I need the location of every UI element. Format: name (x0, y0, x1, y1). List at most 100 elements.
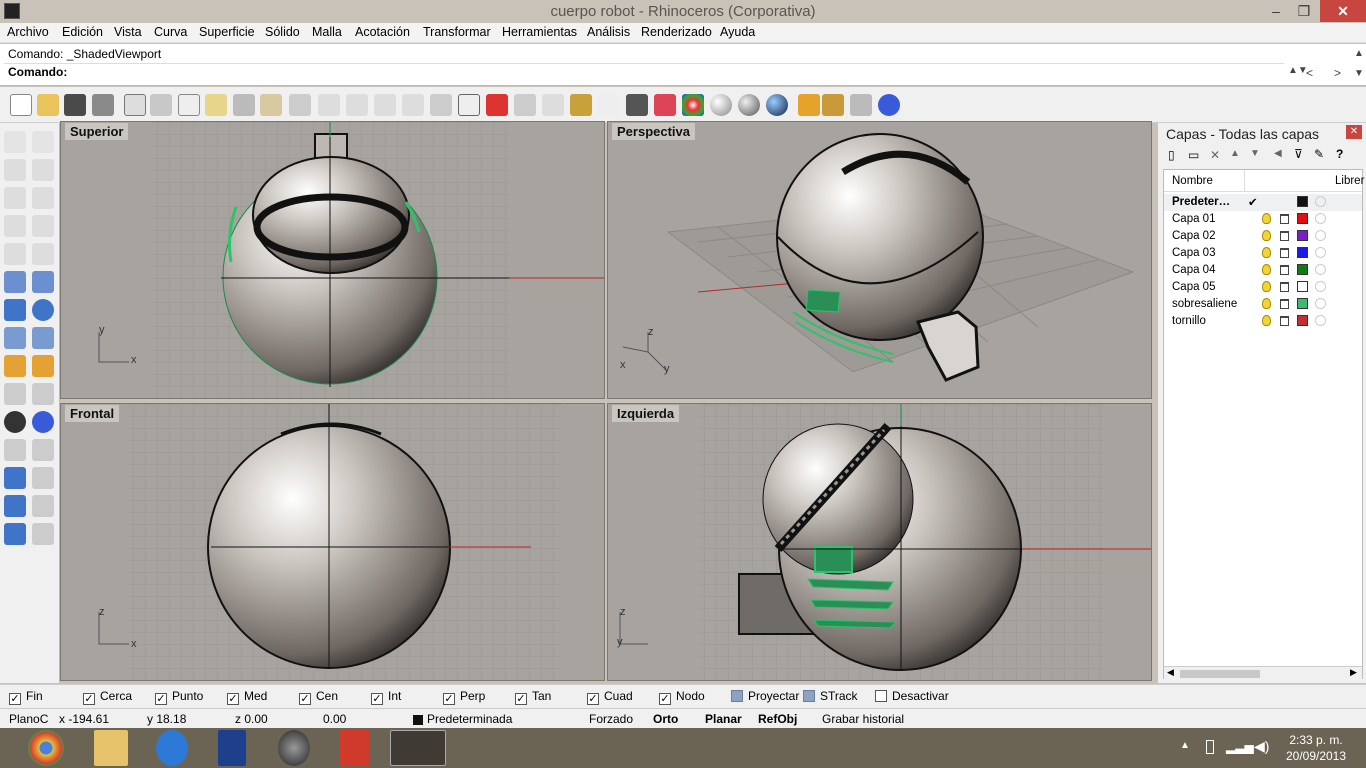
layer-name[interactable]: Capa 02 (1172, 230, 1215, 242)
command-prompt[interactable]: Comando: (8, 65, 67, 79)
layer-color-swatch[interactable] (1297, 298, 1308, 309)
menu-archivo[interactable]: Archivo (7, 25, 49, 39)
save-icon[interactable] (64, 94, 86, 116)
move-view-icon[interactable] (289, 94, 311, 116)
import-icon[interactable] (124, 94, 146, 116)
viewport-top[interactable]: Superior y x (60, 121, 605, 399)
new-file-icon[interactable] (10, 94, 32, 116)
command-forward-icon[interactable]: > (1334, 66, 1341, 80)
undo-view-icon[interactable] (430, 94, 452, 116)
checkbox-icon[interactable]: ✓ (371, 693, 383, 705)
record-history-toggle[interactable]: Grabar historial (822, 712, 904, 726)
layer-row[interactable]: tornillo (1164, 313, 1362, 330)
new-sublayer-icon[interactable]: ▭ (1188, 148, 1199, 162)
checkbox-icon[interactable]: ✓ (659, 693, 671, 705)
layer-name[interactable]: tornillo (1172, 315, 1206, 327)
dimension-icon[interactable] (32, 495, 54, 517)
light-bulb-icon[interactable] (598, 94, 620, 116)
viewport-front[interactable]: Frontal z x (60, 403, 605, 681)
layer-row[interactable]: Predeter… ✔ (1164, 194, 1362, 211)
move-out-icon[interactable]: ◀ (1274, 148, 1282, 159)
layer-row[interactable]: Capa 05 (1164, 279, 1362, 296)
filter-icon[interactable]: ⊽ (1294, 147, 1303, 161)
solid-tools-icon[interactable] (4, 523, 26, 545)
scroll-up-icon[interactable]: ▲ (1354, 48, 1364, 59)
checkbox-icon[interactable] (875, 690, 887, 702)
lock-icon[interactable] (626, 94, 648, 116)
menu-transformar[interactable]: Transformar (423, 25, 491, 39)
toolbar-layout-icon[interactable] (850, 94, 872, 116)
taskbar-clock[interactable]: 2:33 p. m. 20/09/2013 (1276, 732, 1356, 764)
ortho-toggle[interactable]: Orto (653, 712, 678, 726)
current-layer[interactable]: Predeterminada (427, 712, 512, 726)
panel-close-icon[interactable]: ✕ (1346, 125, 1362, 139)
layer-row[interactable]: Capa 03 (1164, 245, 1362, 262)
ruler-icon[interactable] (32, 523, 54, 545)
osnap-cen[interactable]: ✓ Cen (299, 689, 338, 705)
join-icon[interactable] (32, 383, 54, 405)
filter-icon[interactable] (798, 94, 820, 116)
copy-icon[interactable] (178, 94, 200, 116)
column-library[interactable]: Librer (1335, 175, 1364, 187)
layer-color-swatch[interactable] (1297, 264, 1308, 275)
pj64-icon[interactable] (340, 730, 370, 766)
layer-name[interactable]: Capa 03 (1172, 247, 1215, 259)
scroll-down-icon[interactable]: ▼ (1354, 68, 1364, 79)
layer-row[interactable]: sobresaliene (1164, 296, 1362, 313)
media-icon[interactable] (278, 730, 310, 766)
cylinder-icon[interactable] (4, 327, 26, 349)
chrome-icon[interactable] (28, 730, 64, 766)
zoom-extents-icon[interactable] (374, 94, 396, 116)
construction-plane[interactable]: PlanoC (9, 712, 48, 726)
light-bulb-icon[interactable] (1262, 264, 1271, 275)
current-layer-check-icon[interactable]: ✔ (1248, 195, 1258, 209)
checkbox-icon[interactable]: ✓ (587, 693, 599, 705)
layer-color-swatch[interactable] (1297, 315, 1308, 326)
osnap-cuad[interactable]: ✓ Cuad (587, 689, 633, 705)
arc-icon[interactable] (4, 215, 26, 237)
boolean-icon[interactable] (32, 299, 54, 321)
menu-curva[interactable]: Curva (154, 25, 187, 39)
rectangle-icon[interactable] (32, 215, 54, 237)
layer-name[interactable]: Capa 01 (1172, 213, 1215, 225)
zoom-window-icon[interactable] (346, 94, 368, 116)
checkbox-icon[interactable] (731, 690, 743, 702)
four-viewports-icon[interactable] (458, 94, 480, 116)
paste-icon[interactable] (205, 94, 227, 116)
box-icon[interactable] (4, 299, 26, 321)
unlocked-icon[interactable] (1280, 299, 1289, 309)
unlocked-icon[interactable] (1280, 214, 1289, 224)
light-bulb-icon[interactable] (1262, 247, 1271, 258)
viewport-title-left[interactable]: Izquierda (612, 405, 680, 422)
layers-icon[interactable] (654, 94, 676, 116)
render-sphere-icon[interactable] (766, 94, 788, 116)
polygon-icon[interactable] (4, 243, 26, 265)
material-icon[interactable] (1315, 281, 1326, 292)
viewport-title-front[interactable]: Frontal (65, 405, 120, 422)
osnap-int[interactable]: ✓ Int (371, 689, 401, 705)
circle-icon[interactable] (4, 187, 26, 209)
move-down-icon[interactable]: ▼ (1250, 148, 1260, 159)
menu-edicion[interactable]: Edición (62, 25, 103, 39)
light-bulb-icon[interactable] (1262, 230, 1271, 241)
help-icon[interactable]: ? (1336, 147, 1343, 161)
layer-color-swatch[interactable] (1297, 196, 1308, 207)
battery-icon[interactable] (1206, 740, 1214, 754)
osnap-strack[interactable]: STrack (803, 689, 858, 703)
file-explorer-icon[interactable] (94, 730, 128, 766)
scroll-left-icon[interactable]: ◀ (1167, 667, 1174, 678)
unlocked-icon[interactable] (1280, 316, 1289, 326)
rotate-icon[interactable] (4, 439, 26, 461)
scale-icon[interactable] (32, 467, 54, 489)
layer-name[interactable]: Capa 04 (1172, 264, 1215, 276)
osnap-desactivar[interactable]: Desactivar (875, 689, 949, 703)
light-bulb-icon[interactable] (1262, 213, 1271, 224)
menu-herramientas[interactable]: Herramientas (502, 25, 577, 39)
array-icon[interactable] (32, 411, 54, 433)
material-icon[interactable] (1315, 196, 1326, 207)
print-icon[interactable] (92, 94, 114, 116)
trim-icon[interactable] (4, 383, 26, 405)
osnap-med[interactable]: ✓ Med (227, 689, 267, 705)
osnap-fin[interactable]: ✓ Fin (9, 689, 43, 705)
menu-acotacion[interactable]: Acotación (355, 25, 410, 39)
